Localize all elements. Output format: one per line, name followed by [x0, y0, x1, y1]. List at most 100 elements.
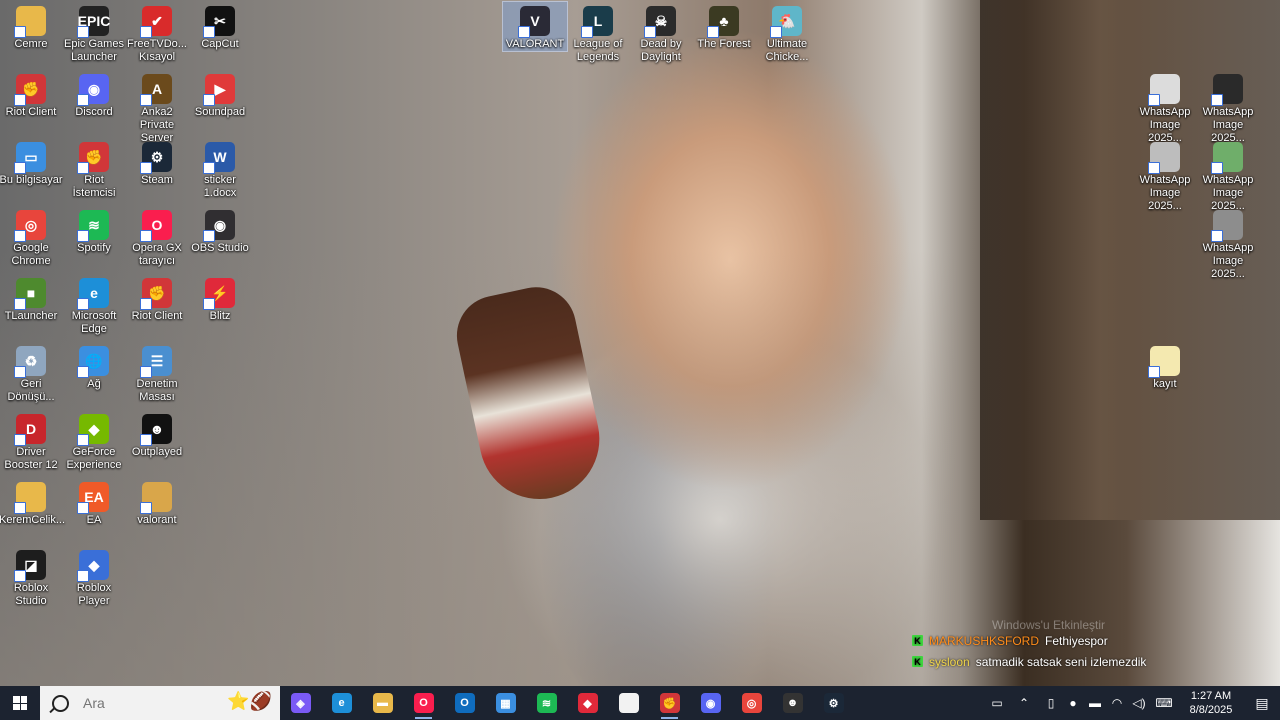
desktop-icon[interactable]: ⚙ Steam: [125, 138, 189, 187]
desktop-icon[interactable]: WhatsApp Image 2025...: [1196, 206, 1260, 281]
taskbar-app-button[interactable]: O: [403, 686, 444, 720]
desktop-icon[interactable]: valorant: [125, 478, 189, 527]
desktop-icon[interactable]: ▭ Bu bilgisayar: [0, 138, 63, 187]
desktop-icon[interactable]: D Driver Booster 12: [0, 410, 63, 472]
desktop-icon-label: Spotify: [77, 242, 111, 254]
desktop-icon[interactable]: e Microsoft Edge: [62, 274, 126, 336]
desktop-icon-label: Roblox Studio: [13, 582, 49, 607]
show-hidden-icons-chevron-icon[interactable]: ⌃: [1009, 696, 1039, 710]
desktop-icon-label: OBS Studio: [191, 242, 249, 254]
desktop-icon-label: Steam: [141, 174, 173, 186]
taskbar-app-button[interactable]: ▦: [485, 686, 526, 720]
desktop-icon[interactable]: L League of Legends: [566, 2, 630, 64]
taskbar-app-button[interactable]: e: [321, 686, 362, 720]
steam-icon: ⚙: [823, 693, 844, 713]
microsoft-store-icon: ▦: [495, 693, 516, 713]
volume-icon[interactable]: ◁): [1129, 696, 1149, 710]
desktop-icon[interactable]: ≋ Spotify: [62, 206, 126, 255]
taskbar-app-button[interactable]: ◎: [731, 686, 772, 720]
desktop-icon-label: Driver Booster 12: [4, 446, 58, 471]
taskbar-app-button[interactable]: ◈: [280, 686, 321, 720]
taskbar-app-button[interactable]: ⚙: [813, 686, 854, 720]
device-icon[interactable]: ▯: [1041, 696, 1061, 710]
desktop-icon[interactable]: ✊ Riot Client: [125, 274, 189, 323]
blitz-icon: ⚡: [203, 278, 235, 310]
valorant-icon: V: [518, 6, 550, 38]
notifications-icon[interactable]: ▤: [1244, 695, 1280, 712]
desktop-icon[interactable]: ◉ OBS Studio: [188, 206, 252, 255]
search-icon: [52, 694, 69, 712]
keyboard-icon[interactable]: ⌨: [1151, 696, 1177, 710]
league-icon: L: [581, 6, 613, 38]
desktop-icon[interactable]: ◆ Roblox Player: [62, 546, 126, 608]
desktop-icon[interactable]: ✊ Riot İstemcisi: [62, 138, 126, 200]
desktop-icon-label: Ultimate Chicke...: [765, 38, 809, 63]
desktop-icon-label: CapCut: [201, 38, 239, 50]
taskbar-app-button[interactable]: ◆: [567, 686, 608, 720]
desktop-icon[interactable]: ♻ Geri Dönüşü...: [0, 342, 63, 404]
desktop-icon[interactable]: ☰ Denetim Masası: [125, 342, 189, 404]
search-input[interactable]: [81, 694, 215, 712]
spotify-icon: ≋: [536, 693, 557, 713]
desktop-icon[interactable]: A Anka2 Private Server: [125, 70, 189, 145]
desktop-icon[interactable]: O Opera GX tarayıcı: [125, 206, 189, 268]
desktop-icon[interactable]: ■ TLauncher: [0, 274, 63, 323]
start-button[interactable]: [0, 686, 40, 720]
wifi-icon[interactable]: ◠: [1107, 696, 1127, 710]
taskbar-search[interactable]: ⭐🏈: [40, 686, 280, 720]
desktop-icon[interactable]: ☻ Outplayed: [125, 410, 189, 459]
stream-chat-overlay: K MARKUSHKSFORD Fethiyespor K sysloon sa…: [912, 630, 1146, 672]
chat-line: K MARKUSHKSFORD Fethiyespor: [912, 630, 1146, 651]
desktop-icon[interactable]: ✔ FreeTVDo... Kısayol: [125, 2, 189, 64]
desktop-icon-label: VALORANT: [505, 38, 565, 50]
taskbar: ⭐🏈 ◈ e ▬ OO ▦ ≋ ◆ ✊ ◉ ◎ ☻ ⚙ ▭ ⌃ ▯ ● ▬ ◠ ◁) ⌨ 1:27 A…: [0, 686, 1280, 720]
folder-icon: [14, 482, 46, 514]
desktop-icon-label: Outplayed: [131, 446, 183, 458]
desktop-icon-label: Opera GX tarayıcı: [132, 242, 182, 267]
keyboard-layout-icon[interactable]: ▭: [987, 696, 1007, 710]
desktop-icon[interactable]: 🐔 Ultimate Chicke...: [755, 2, 819, 64]
taskbar-app-button[interactable]: [608, 686, 649, 720]
microphone-icon[interactable]: ●: [1063, 696, 1083, 710]
desktop-icon[interactable]: 🌐 Ağ: [62, 342, 126, 391]
desktop-icon-label: WhatsApp Image 2025...: [1139, 174, 1191, 212]
desktop[interactable]: Cemre EPIC Epic Games Launcher ✔ FreeTVDo...…: [0, 0, 1280, 686]
roblox-player-icon: ◆: [77, 550, 109, 582]
desktop-icon[interactable]: ♣ The Forest: [692, 2, 756, 51]
desktop-icon[interactable]: EPIC Epic Games Launcher: [62, 2, 126, 64]
desktop-icon[interactable]: ✊ Riot Client: [0, 70, 63, 119]
battery-icon[interactable]: ▬: [1085, 696, 1105, 710]
taskbar-app-button[interactable]: ☻: [772, 686, 813, 720]
desktop-icon[interactable]: KeremCelik...: [0, 478, 65, 527]
desktop-icon[interactable]: ☠ Dead by Daylight: [629, 2, 693, 64]
desktop-icon[interactable]: ◎ Google Chrome: [0, 206, 63, 268]
taskbar-app-button[interactable]: ✊: [649, 686, 690, 720]
taskbar-app-button[interactable]: ◉: [690, 686, 731, 720]
image-file-icon: [1211, 142, 1243, 174]
desktop-icon[interactable]: WhatsApp Image 2025...: [1133, 70, 1197, 145]
clock[interactable]: 1:27 AM 8/8/2025: [1178, 689, 1244, 717]
desktop-icon[interactable]: Cemre: [0, 2, 63, 51]
desktop-icon[interactable]: ⚡ Blitz: [188, 274, 252, 323]
desktop-icon[interactable]: ▶ Soundpad: [188, 70, 252, 119]
the-forest-icon: ♣: [707, 6, 739, 38]
desktop-icon-label: GeForce Experience: [66, 446, 122, 471]
desktop-icon[interactable]: WhatsApp Image 2025...: [1196, 70, 1260, 145]
desktop-icon-label: Discord: [75, 106, 113, 118]
desktop-icon[interactable]: WhatsApp Image 2025...: [1196, 138, 1260, 213]
ultimate-chicken-icon: 🐔: [770, 6, 802, 38]
desktop-icon[interactable]: WhatsApp Image 2025...: [1133, 138, 1197, 213]
desktop-icon[interactable]: ◪ Roblox Studio: [0, 546, 63, 608]
desktop-icon[interactable]: kayıt: [1133, 342, 1197, 391]
desktop-icon[interactable]: Wsticker 1.docx: [188, 138, 252, 200]
desktop-icon[interactable]: EA EA: [62, 478, 126, 527]
desktop-icon[interactable]: ✂ CapCut: [188, 2, 252, 51]
desktop-icon[interactable]: V VALORANT: [502, 1, 568, 52]
desktop-icon[interactable]: ◉ Discord: [62, 70, 126, 119]
spotify-icon: ≋: [77, 210, 109, 242]
taskbar-app-button[interactable]: ▬: [362, 686, 403, 720]
desktop-icon[interactable]: ◆ GeForce Experience: [62, 410, 126, 472]
windows-logo-icon: [13, 696, 27, 710]
taskbar-app-button[interactable]: O: [444, 686, 485, 720]
taskbar-app-button[interactable]: ≋: [526, 686, 567, 720]
